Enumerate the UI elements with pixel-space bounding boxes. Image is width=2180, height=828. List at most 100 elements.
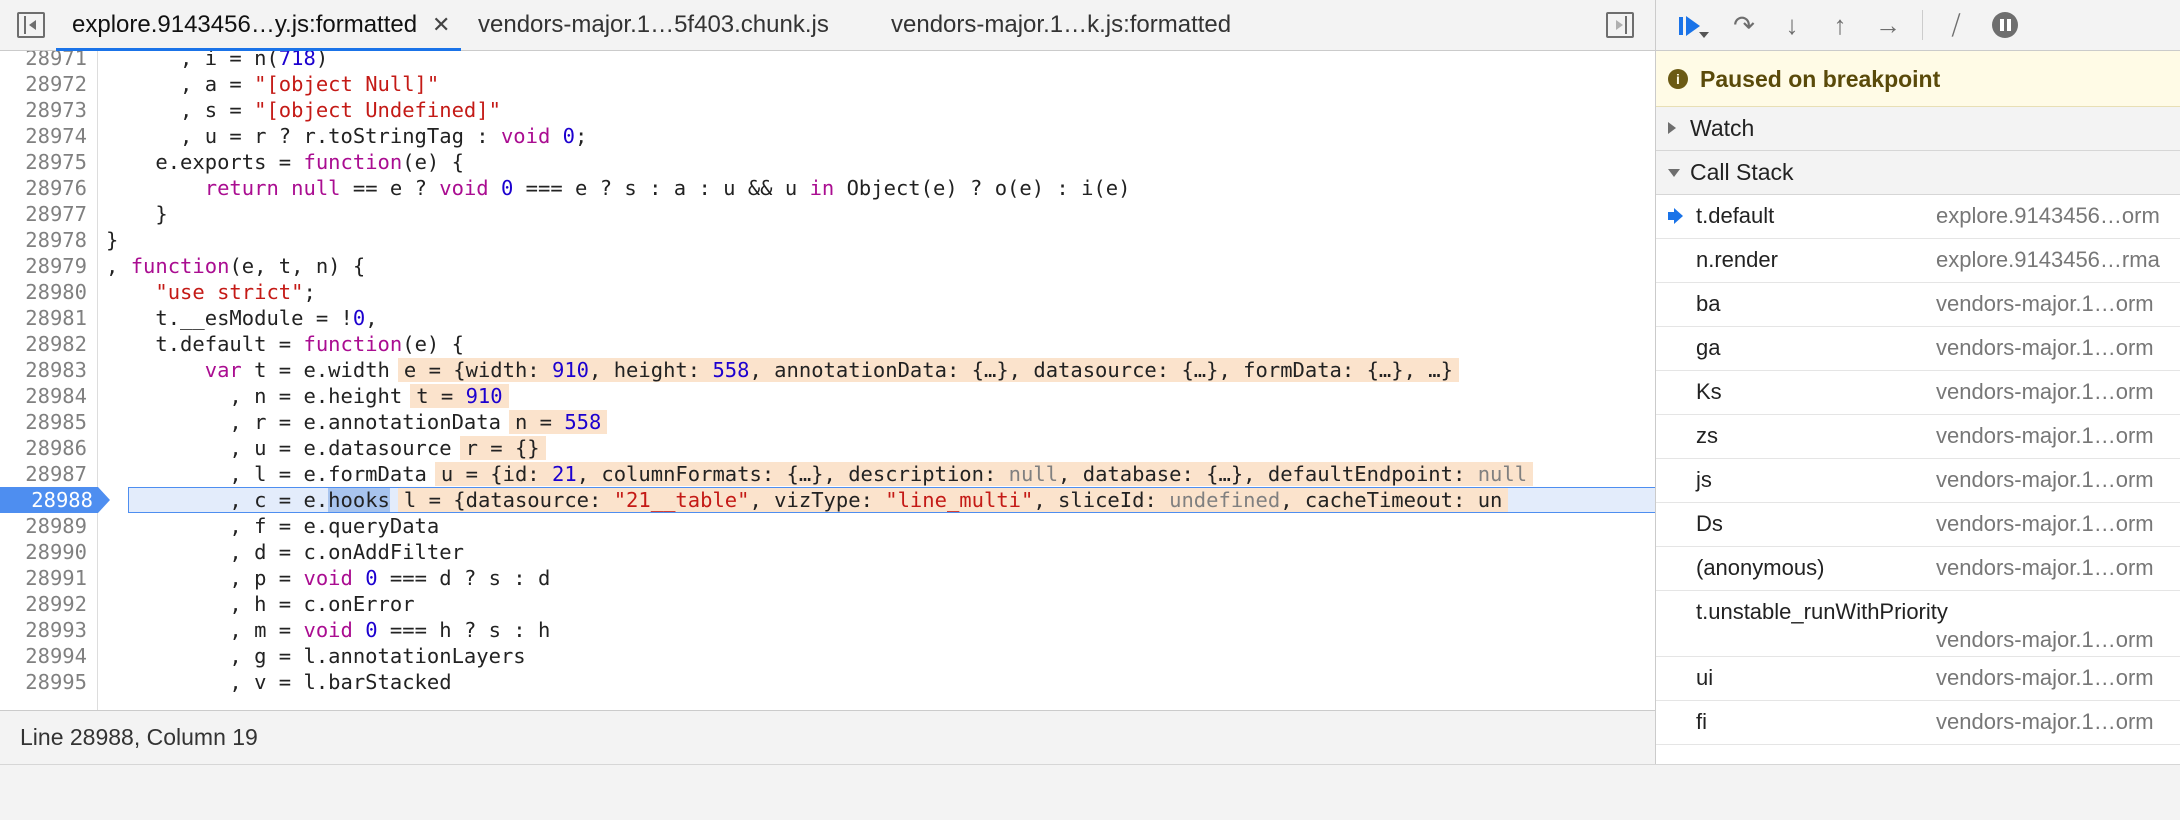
frame-location[interactable]: vendors-major.1…orm: [1936, 467, 2154, 493]
code-view[interactable]: 28971 , i = n(718) 28972 , a = "[object N…: [0, 51, 1655, 710]
code-line[interactable]: 28981 t.__esModule = !0,: [0, 305, 1655, 331]
inline-variable-value: e = {width: 910, height: 558, annotation…: [397, 358, 1459, 382]
debugger-sidebar-toggle-icon[interactable]: [1606, 12, 1634, 38]
code-line[interactable]: 28989 , f = e.queryData: [0, 513, 1655, 539]
line-number[interactable]: 28974: [0, 123, 92, 149]
call-frame[interactable]: t.default explore.9143456…orm: [1656, 195, 2180, 239]
code-line[interactable]: 28980 "use strict";: [0, 279, 1655, 305]
frame-location[interactable]: vendors-major.1…orm: [1936, 555, 2154, 581]
line-number[interactable]: 28988: [0, 487, 110, 513]
line-number[interactable]: 28975: [0, 149, 92, 175]
line-number[interactable]: 28994: [0, 643, 92, 669]
frame-location[interactable]: vendors-major.1…orm: [1936, 627, 2154, 653]
line-number[interactable]: 28972: [0, 71, 92, 97]
tab-explore-formatted[interactable]: explore.9143456…y.js:formatted ✕: [56, 0, 461, 51]
code-text: , g = l.annotationLayers: [106, 644, 526, 668]
code-line[interactable]: 28972 , a = "[object Null]": [0, 71, 1655, 97]
line-number[interactable]: 28980: [0, 279, 92, 305]
code-line[interactable]: 28976 return null == e ? void 0 === e ? …: [0, 175, 1655, 201]
call-frame[interactable]: Ks vendors-major.1…orm: [1656, 371, 2180, 415]
line-number[interactable]: 28983: [0, 357, 92, 383]
frame-location[interactable]: vendors-major.1…orm: [1936, 335, 2154, 361]
call-frame[interactable]: ui vendors-major.1…orm: [1656, 657, 2180, 701]
frame-location[interactable]: vendors-major.1…orm: [1936, 511, 2154, 537]
code-line[interactable]: 28985 , r = e.annotationData n = 558: [0, 409, 1655, 435]
tab-vendors-formatted[interactable]: vendors-major.1…k.js:formatted: [891, 0, 1231, 51]
code-line[interactable]: 28990 , d = c.onAddFilter: [0, 539, 1655, 565]
call-frame[interactable]: zs vendors-major.1…orm: [1656, 415, 2180, 459]
call-stack-section-header[interactable]: Call Stack: [1656, 151, 2180, 195]
code-line[interactable]: 28991 , p = void 0 === d ? s : d: [0, 565, 1655, 591]
line-number[interactable]: 28989: [0, 513, 92, 539]
step-out-icon[interactable]: ↑: [1822, 8, 1858, 42]
line-number[interactable]: 28976: [0, 175, 92, 201]
line-number[interactable]: 28987: [0, 461, 92, 487]
watch-section-header[interactable]: Watch: [1656, 107, 2180, 151]
code-line[interactable]: 28975 e.exports = function(e) {: [0, 149, 1655, 175]
step-icon[interactable]: →: [1870, 8, 1906, 42]
line-number[interactable]: 28979: [0, 253, 92, 279]
code-line[interactable]: 28979 , function(e, t, n) {: [0, 253, 1655, 279]
navigator-toggle-icon[interactable]: [17, 12, 45, 38]
inline-variable-value: r = {}: [459, 436, 546, 460]
line-number[interactable]: 28990: [0, 539, 92, 565]
line-number[interactable]: 28985: [0, 409, 92, 435]
frame-location[interactable]: vendors-major.1…orm: [1936, 291, 2154, 317]
call-stack-label: Call Stack: [1690, 159, 1794, 185]
step-over-icon[interactable]: ↷: [1726, 8, 1762, 42]
line-number[interactable]: 28978: [0, 227, 92, 253]
code-line[interactable]: 28971 , i = n(718): [0, 51, 1655, 71]
code-line[interactable]: 28983 var t = e.width e = {width: 910, he…: [0, 357, 1655, 383]
step-into-icon[interactable]: ↓: [1774, 8, 1810, 42]
line-number[interactable]: 28971: [0, 51, 92, 71]
deactivate-breakpoints-icon[interactable]: ⧸: [1938, 8, 1974, 42]
code-line[interactable]: 28987 , l = e.formData u = {id: 21, colum…: [0, 461, 1655, 487]
call-frame[interactable]: ga vendors-major.1…orm: [1656, 327, 2180, 371]
line-number[interactable]: 28984: [0, 383, 92, 409]
code-line[interactable]: 28994 , g = l.annotationLayers: [0, 643, 1655, 669]
code-line[interactable]: 28973 , s = "[object Undefined]": [0, 97, 1655, 123]
selected-token: hooks: [328, 488, 390, 512]
code-line[interactable]: 28982 t.default = function(e) {: [0, 331, 1655, 357]
line-number[interactable]: 28977: [0, 201, 92, 227]
frame-location[interactable]: vendors-major.1…orm: [1936, 665, 2154, 691]
code-text: , n = e.height t = 910: [106, 383, 509, 409]
line-number[interactable]: 28993: [0, 617, 92, 643]
frame-location[interactable]: explore.9143456…rma: [1936, 247, 2160, 273]
code-text: var t = e.width e = {width: 910, height: …: [106, 357, 1459, 383]
call-frame[interactable]: js vendors-major.1…orm: [1656, 459, 2180, 503]
code-line[interactable]: 28995 , v = l.barStacked: [0, 669, 1655, 695]
line-number[interactable]: 28991: [0, 565, 92, 591]
code-line[interactable]: 28993 , m = void 0 === h ? s : h: [0, 617, 1655, 643]
frame-location[interactable]: vendors-major.1…orm: [1936, 709, 2154, 735]
code-text: , p = void 0 === d ? s : d: [106, 566, 551, 590]
code-line[interactable]: 28984 , n = e.height t = 910: [0, 383, 1655, 409]
tab-vendors-chunk[interactable]: vendors-major.1…5f403.chunk.js: [478, 0, 829, 51]
call-frame[interactable]: t.unstable_runWithPriority vendors-major.…: [1656, 591, 2180, 657]
line-number[interactable]: 28973: [0, 97, 92, 123]
code-line[interactable]: 28992 , h = c.onError: [0, 591, 1655, 617]
line-number[interactable]: 28992: [0, 591, 92, 617]
editor-status-bar: Line 28988, Column 19: [0, 710, 1655, 764]
frame-location[interactable]: vendors-major.1…orm: [1936, 379, 2154, 405]
call-frame[interactable]: Ds vendors-major.1…orm: [1656, 503, 2180, 547]
line-number[interactable]: 28986: [0, 435, 92, 461]
line-number[interactable]: 28982: [0, 331, 92, 357]
call-frame[interactable]: fi vendors-major.1…orm: [1656, 701, 2180, 745]
close-tab-icon[interactable]: ✕: [432, 0, 450, 49]
line-number[interactable]: 28995: [0, 669, 92, 695]
call-frame[interactable]: n.render explore.9143456…rma: [1656, 239, 2180, 283]
frame-location[interactable]: vendors-major.1…orm: [1936, 423, 2154, 449]
resume-button[interactable]: [1673, 8, 1709, 42]
line-number[interactable]: 28981: [0, 305, 92, 331]
frame-function-name: n.render: [1696, 247, 1778, 272]
code-line[interactable]: 28978}: [0, 227, 1655, 253]
current-execution-line[interactable]: 28988 , c = e.hooks l = {datasource: "21_…: [0, 487, 1655, 513]
pause-on-exceptions-icon[interactable]: [1986, 8, 2022, 42]
frame-location[interactable]: explore.9143456…orm: [1936, 203, 2160, 229]
code-line[interactable]: 28986 , u = e.datasource r = {}: [0, 435, 1655, 461]
call-frame[interactable]: ba vendors-major.1…orm: [1656, 283, 2180, 327]
call-frame[interactable]: (anonymous) vendors-major.1…orm: [1656, 547, 2180, 591]
code-line[interactable]: 28974 , u = r ? r.toStringTag : void 0;: [0, 123, 1655, 149]
code-line[interactable]: 28977 }: [0, 201, 1655, 227]
